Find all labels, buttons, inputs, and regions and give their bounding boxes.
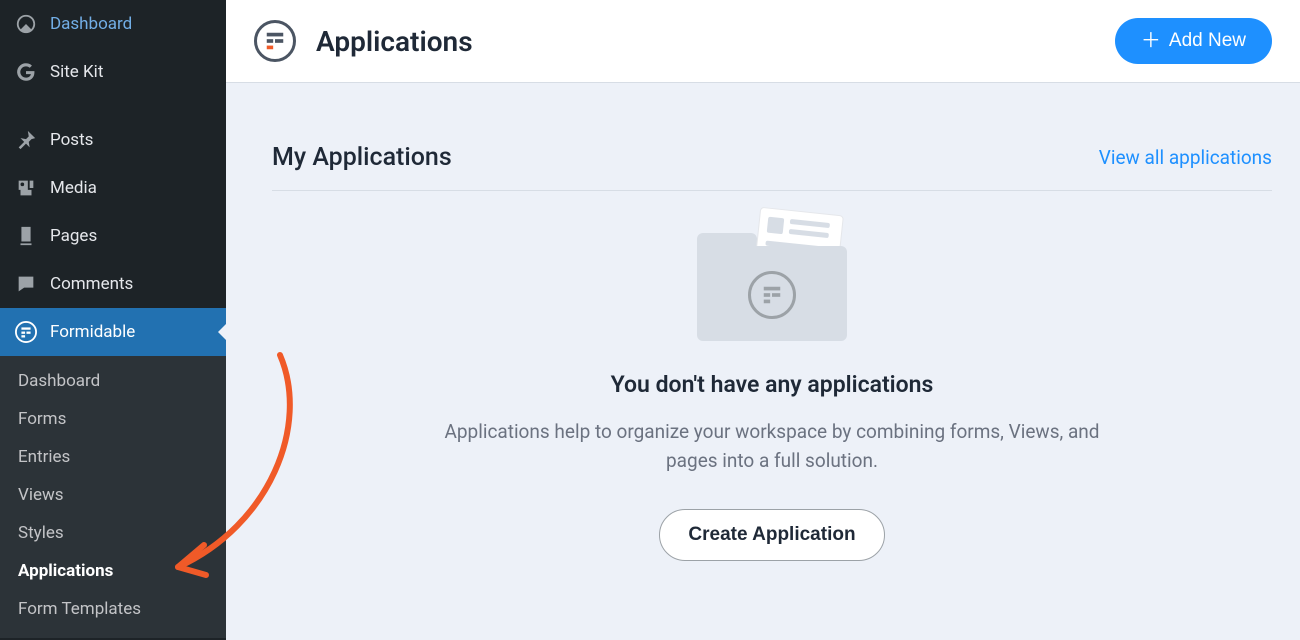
submenu-item-styles[interactable]: Styles	[0, 514, 226, 552]
sidebar-item-pages[interactable]: Pages	[0, 212, 226, 260]
view-all-link[interactable]: View all applications	[1099, 146, 1272, 169]
sidebar-item-label: Posts	[50, 130, 93, 150]
add-new-button[interactable]: ＋ Add New	[1115, 18, 1272, 64]
sidebar-item-formidable[interactable]: Formidable	[0, 308, 226, 356]
folder-illustration-icon	[697, 211, 847, 341]
dashboard-icon	[14, 12, 38, 36]
sidebar-item-sitekit[interactable]: Site Kit	[0, 48, 226, 96]
sidebar-item-label: Formidable	[50, 322, 135, 342]
sidebar-separator	[0, 96, 226, 116]
submenu-item-entries[interactable]: Entries	[0, 438, 226, 476]
sidebar-item-label: Comments	[50, 274, 133, 294]
google-icon	[14, 60, 38, 84]
add-new-label: Add New	[1169, 30, 1246, 52]
sidebar-item-dashboard[interactable]: Dashboard	[0, 0, 226, 48]
sidebar-item-label: Media	[50, 178, 97, 198]
sidebar-item-posts[interactable]: Posts	[0, 116, 226, 164]
media-icon	[14, 176, 38, 200]
submenu-item-views[interactable]: Views	[0, 476, 226, 514]
sidebar-item-label: Dashboard	[50, 14, 132, 34]
sidebar-item-comments[interactable]: Comments	[0, 260, 226, 308]
sidebar-item-label: Site Kit	[50, 62, 103, 82]
pushpin-icon	[14, 128, 38, 152]
section-header: My Applications View all applications	[272, 143, 1272, 191]
submenu-item-forms[interactable]: Forms	[0, 400, 226, 438]
sidebar-item-media[interactable]: Media	[0, 164, 226, 212]
comment-icon	[14, 272, 38, 296]
submenu-item-form-templates[interactable]: Form Templates	[0, 590, 226, 628]
main-content: Applications ＋ Add New My Applications V…	[226, 0, 1300, 640]
section-title: My Applications	[272, 143, 452, 172]
page-header: Applications ＋ Add New	[226, 0, 1300, 83]
pages-icon	[14, 224, 38, 248]
submenu-item-applications[interactable]: Applications	[0, 552, 226, 590]
sidebar-item-label: Pages	[50, 226, 97, 246]
empty-state: You don't have any applications Applicat…	[272, 191, 1272, 561]
empty-state-description: Applications help to organize your works…	[422, 418, 1122, 475]
formidable-submenu: Dashboard Forms Entries Views Styles App…	[0, 356, 226, 638]
submenu-item-dashboard[interactable]: Dashboard	[0, 362, 226, 400]
formidable-logo-icon	[254, 20, 296, 62]
empty-state-title: You don't have any applications	[611, 371, 934, 398]
page-title: Applications	[316, 25, 473, 58]
plus-icon: ＋	[1141, 31, 1161, 51]
create-application-button[interactable]: Create Application	[659, 509, 884, 561]
admin-sidebar: Dashboard Site Kit Posts	[0, 0, 226, 640]
formidable-icon	[14, 320, 38, 344]
